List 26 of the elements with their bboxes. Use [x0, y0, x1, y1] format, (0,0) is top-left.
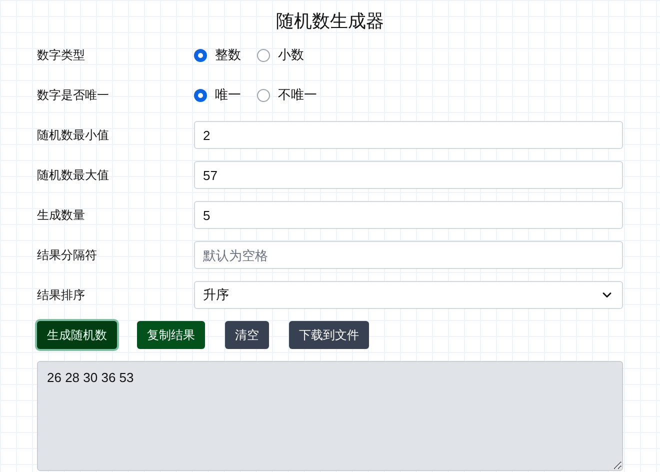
- field-label: 数字类型: [37, 47, 86, 64]
- page-title: 随机数生成器: [276, 10, 384, 33]
- field-label: 生成数量: [37, 207, 86, 224]
- radio-option[interactable]: 整数: [194, 45, 241, 65]
- field-label: 结果分隔符: [37, 247, 98, 264]
- field-label: 结果排序: [37, 287, 86, 304]
- radio-button[interactable]: [194, 88, 207, 102]
- action-button[interactable]: 清空: [225, 321, 269, 349]
- select-field[interactable]: 升序: [194, 281, 623, 309]
- radio-button[interactable]: [257, 88, 270, 102]
- radio-option[interactable]: 小数: [257, 45, 304, 65]
- input-field[interactable]: 2: [194, 121, 623, 149]
- input-field[interactable]: 57: [194, 161, 623, 189]
- input-field[interactable]: 5: [194, 201, 623, 229]
- action-button[interactable]: 下载到文件: [289, 321, 369, 349]
- action-button[interactable]: 生成随机数: [37, 321, 117, 349]
- input-field[interactable]: 默认为空格: [194, 241, 623, 269]
- action-button[interactable]: 复制结果: [137, 321, 205, 349]
- radio-option[interactable]: 唯一: [194, 85, 241, 105]
- radio-option[interactable]: 不唯一: [257, 85, 317, 105]
- field-label: 随机数最大值: [37, 167, 110, 184]
- field-label: 随机数最小值: [37, 127, 110, 144]
- radio-button[interactable]: [257, 48, 270, 62]
- radio-button[interactable]: [194, 48, 207, 62]
- field-label: 数字是否唯一: [37, 87, 110, 104]
- result-textarea[interactable]: 26 28 30 36 53: [37, 361, 623, 471]
